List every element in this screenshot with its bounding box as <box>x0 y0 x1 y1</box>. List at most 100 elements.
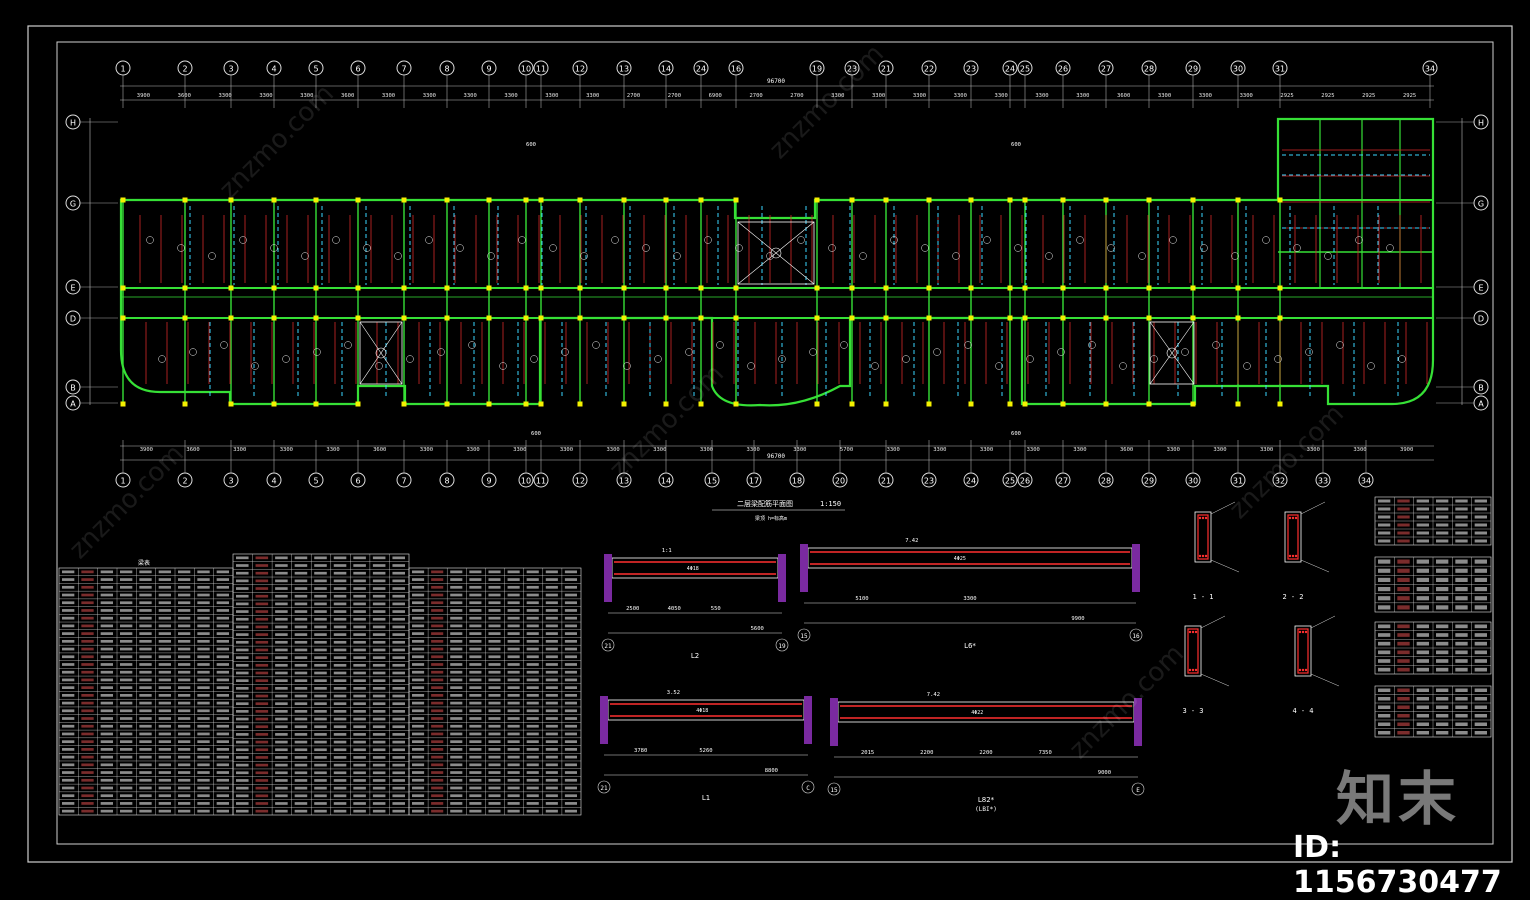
axis-top-label: 1 <box>120 65 125 74</box>
beam-table-1-cell <box>178 639 191 643</box>
beam-table-2-cell <box>333 786 347 790</box>
beam-table-1-cell <box>81 686 94 689</box>
beam-table-3-cell <box>412 609 425 612</box>
beam-table-2-cell <box>392 587 405 590</box>
bay-dim-top: 2700 <box>790 93 803 99</box>
section-bar <box>1188 630 1192 634</box>
axis-bottom-label: 5 <box>313 477 318 486</box>
rebar-tag <box>673 252 681 260</box>
beam-table-3-cell <box>526 763 539 767</box>
table-title: 梁表 <box>138 559 150 567</box>
beam-table-1-cell <box>100 717 113 720</box>
bay-dim-bottom: 3300 <box>420 447 433 453</box>
beam-table-2-cell <box>255 648 269 652</box>
beam-table-2-cell <box>392 679 405 682</box>
beam-table-3-cell <box>450 724 463 728</box>
section-bar <box>1191 668 1195 672</box>
beam-table-1-cell <box>158 778 171 782</box>
beam-table-1-cell <box>216 724 229 728</box>
beam-table-3-cell <box>545 748 558 751</box>
beam-table-3-cell <box>450 678 463 682</box>
schedule-table-2-cell <box>1436 568 1449 573</box>
beam-table-3-cell <box>526 578 539 581</box>
beam-table-1-cell <box>158 678 171 682</box>
beam-table-1-cell <box>158 585 171 589</box>
beam-table-1-cell <box>81 632 94 635</box>
beam-table-2-cell <box>372 587 386 590</box>
beam-table-2-cell <box>236 594 249 598</box>
beam-table-3-cell <box>412 639 425 643</box>
beam-table-3-cell <box>545 585 558 589</box>
column <box>733 315 739 321</box>
beam-table-3-cell <box>526 632 539 635</box>
bay-dim-bottom: 3300 <box>980 447 993 453</box>
column <box>1190 197 1196 203</box>
beam-table-3-cell <box>431 647 444 651</box>
beam-L8-dim-text: 2015 <box>861 750 874 756</box>
column <box>486 401 492 407</box>
beam-table-1-cell <box>81 709 94 713</box>
bay-dim-top: 2700 <box>627 93 640 99</box>
beam-table-3-cell <box>526 585 539 589</box>
beam-L8-axis-l-label: 15 <box>830 787 838 794</box>
beam-table-2-cell <box>314 710 327 713</box>
beam-table-1-cell <box>120 701 133 705</box>
beam-table-1-cell <box>216 686 229 689</box>
beam-table-3-cell <box>431 709 444 713</box>
beam-table-3-cell <box>488 639 501 643</box>
bay-dim-top: 3900 <box>137 93 150 99</box>
beam-table-3-cell <box>488 647 501 651</box>
section-bar <box>1301 668 1305 672</box>
beam-table-1-cell <box>100 585 113 589</box>
beam-table-2-cell <box>255 679 269 682</box>
beam-table-1-cell <box>158 655 171 659</box>
schedule-table-2-cell <box>1474 559 1487 564</box>
beam-table-2-cell <box>372 633 386 636</box>
beam-table-3-cell <box>431 616 444 620</box>
bay-dim-bottom: 3600 <box>373 447 386 453</box>
column <box>733 401 739 407</box>
beam-table-1-cell <box>216 632 229 635</box>
schedule-table-1-cell <box>1436 539 1449 543</box>
beam-table-2-cell <box>372 656 386 659</box>
beam-L8-support-left <box>830 698 838 746</box>
schedule-table-2-cell <box>1416 605 1429 610</box>
bay-dim-top: 3300 <box>1158 93 1171 99</box>
beam-table-3-cell <box>507 578 520 581</box>
beam-table-3-cell <box>469 616 482 620</box>
beam-table-1-cell <box>158 732 171 736</box>
schedule-table-4-cell <box>1436 714 1449 718</box>
beam-table-2-cell <box>392 809 405 813</box>
beam-table-3-cell <box>450 663 463 666</box>
beam-table-1-cell <box>216 647 229 651</box>
schedule-table-1-cell <box>1397 499 1410 503</box>
beam-table-2-cell <box>236 771 249 775</box>
beam-table-2-cell <box>372 756 386 759</box>
column <box>538 197 544 203</box>
beam-table-3-cell <box>488 585 501 589</box>
beam-table-1-cell <box>178 709 191 713</box>
beam-table-1-cell <box>197 763 210 767</box>
beam-table-2-cell <box>392 564 405 567</box>
beam-table-2-cell <box>236 717 249 721</box>
rebar-tag <box>239 236 247 244</box>
schedule-table-1-cell <box>1474 539 1487 543</box>
beam-table-2-cell <box>372 679 386 682</box>
beam-table-2-cell <box>372 556 386 560</box>
beam-table-3-cell <box>507 771 520 774</box>
beam-table-3-cell <box>526 802 539 805</box>
beam-table-3-cell <box>526 686 539 689</box>
column <box>1190 315 1196 321</box>
axis-bottom-label: 3 <box>228 477 233 486</box>
beam-table-2-cell <box>353 671 366 675</box>
beam-table-2-cell <box>333 579 347 583</box>
beam-table-1-cell <box>81 578 94 581</box>
beam-table-2-cell <box>275 794 288 798</box>
axis-top-label: 22 <box>924 65 934 74</box>
beam-table-2-cell <box>294 579 308 583</box>
beam-table-2-cell <box>392 756 405 759</box>
beam-table-2-cell <box>353 763 366 767</box>
axis-bottom-label: 6 <box>355 477 360 486</box>
beam-table-2-cell <box>294 679 308 682</box>
column <box>228 285 234 291</box>
